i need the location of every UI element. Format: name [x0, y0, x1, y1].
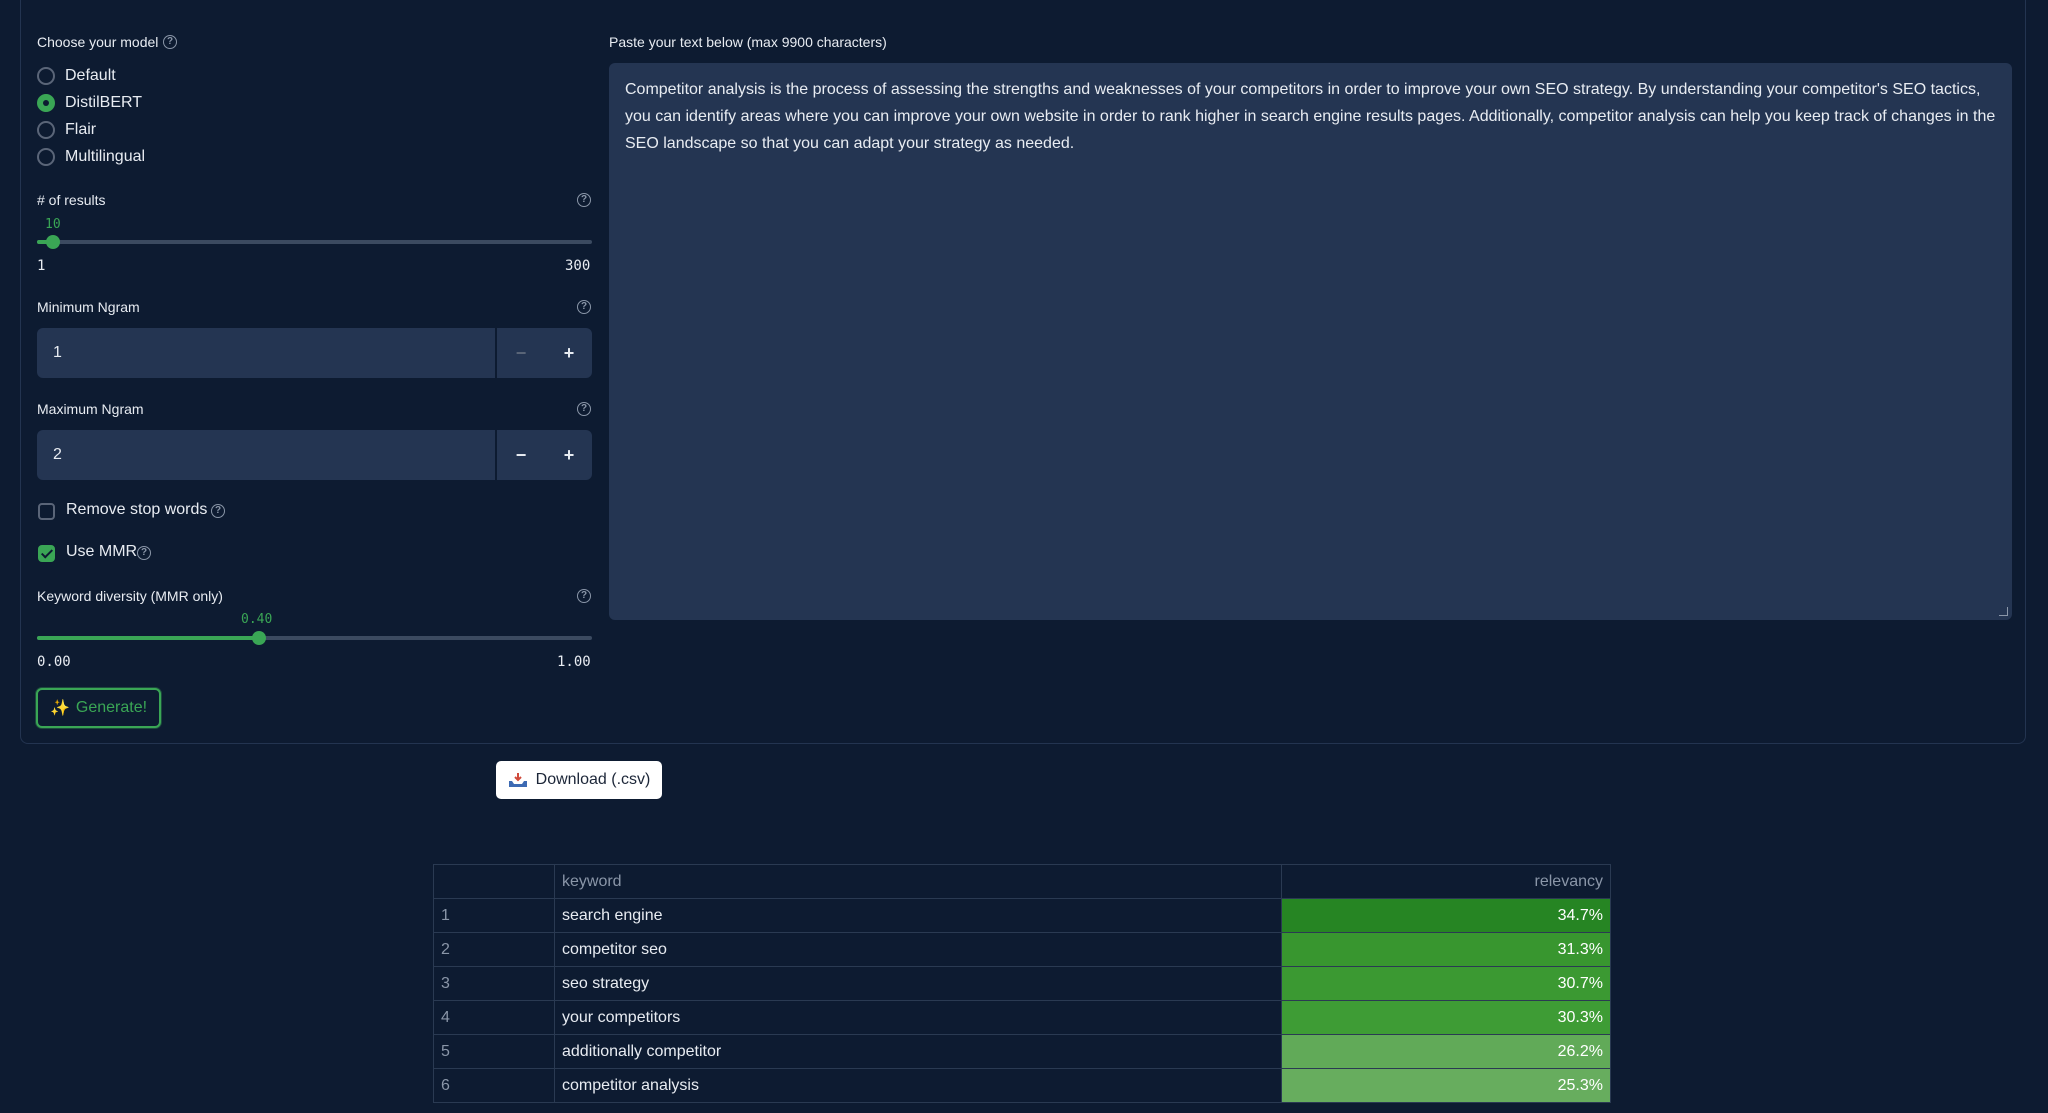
help-icon[interactable]: ?: [137, 546, 151, 560]
help-icon[interactable]: ?: [577, 193, 591, 207]
radio-label: Multilingual: [65, 148, 146, 165]
radio-flair[interactable]: Flair: [37, 119, 96, 141]
results-min: 1: [37, 258, 46, 274]
radio-default[interactable]: Default: [37, 65, 116, 87]
decrement-button[interactable]: −: [497, 430, 545, 480]
sparkles-icon: ✨: [49, 700, 70, 717]
table-row: 1 search engine 34.7%: [433, 898, 1611, 933]
help-icon[interactable]: ?: [577, 402, 591, 416]
inbox-tray-icon: [508, 773, 527, 787]
text-input-label: Paste your text below (max 9900 characte…: [609, 34, 887, 50]
min-ngram-input[interactable]: 1 − +: [37, 328, 592, 378]
diversity-label: Keyword diversity (MMR only): [37, 588, 223, 604]
help-icon[interactable]: ?: [211, 504, 225, 518]
header-index[interactable]: [433, 864, 555, 899]
max-ngram-input[interactable]: 2 − +: [37, 430, 592, 480]
max-ngram-label: Maximum Ngram: [37, 401, 144, 417]
radio-label: Default: [65, 67, 116, 84]
row-index: 2: [433, 932, 555, 967]
increment-button[interactable]: +: [545, 328, 592, 378]
radio-circle[interactable]: [37, 121, 55, 139]
help-icon[interactable]: ?: [163, 35, 177, 49]
text-input-value[interactable]: Competitor analysis is the process of as…: [625, 81, 1995, 152]
increment-button[interactable]: +: [545, 430, 592, 480]
resize-grip-icon[interactable]: [1999, 607, 2008, 616]
row-keyword: competitor analysis: [554, 1068, 1282, 1103]
row-relevancy: 25.3%: [1281, 1068, 1611, 1103]
row-index: 5: [433, 1034, 555, 1069]
results-value: 10: [45, 217, 61, 232]
max-ngram-value[interactable]: 2: [53, 430, 62, 480]
diversity-max: 1.00: [557, 654, 591, 670]
results-slider-track[interactable]: [37, 240, 592, 244]
radio-circle[interactable]: [37, 94, 55, 112]
radio-label: DistilBERT: [65, 94, 143, 111]
table-row: 5 additionally competitor 26.2%: [433, 1034, 1611, 1069]
results-label: # of results: [37, 192, 106, 208]
row-index: 1: [433, 898, 555, 933]
min-ngram-value[interactable]: 1: [53, 328, 62, 378]
diversity-slider-thumb[interactable]: [252, 631, 266, 645]
generate-label: Generate!: [75, 699, 148, 716]
download-csv-button[interactable]: Download (.csv): [496, 761, 662, 799]
row-keyword: additionally competitor: [554, 1034, 1282, 1069]
min-ngram-label: Minimum Ngram: [37, 299, 140, 315]
row-relevancy: 34.7%: [1281, 898, 1611, 933]
row-keyword: your competitors: [554, 1000, 1282, 1035]
row-index: 4: [433, 1000, 555, 1035]
remove-stop-words-label[interactable]: Remove stop words: [66, 501, 207, 519]
diversity-value: 0.40: [241, 612, 273, 627]
row-index: 6: [433, 1068, 555, 1103]
use-mmr-label[interactable]: Use MMR: [66, 543, 137, 561]
row-relevancy: 31.3%: [1281, 932, 1611, 967]
results-slider-thumb[interactable]: [46, 235, 60, 249]
table-row: 2 competitor seo 31.3%: [433, 932, 1611, 967]
row-relevancy: 30.3%: [1281, 1000, 1611, 1035]
download-label: Download (.csv): [535, 771, 651, 788]
generate-button[interactable]: ✨ Generate!: [36, 688, 161, 728]
text-input[interactable]: Competitor analysis is the process of as…: [609, 63, 2012, 620]
radio-circle[interactable]: [37, 67, 55, 85]
help-icon[interactable]: ?: [577, 300, 591, 314]
help-icon[interactable]: ?: [577, 589, 591, 603]
row-keyword: competitor seo: [554, 932, 1282, 967]
header-relevancy[interactable]: relevancy: [1281, 864, 1611, 899]
table-header-row: keyword relevancy: [433, 864, 1611, 899]
model-label: Choose your model: [37, 34, 159, 50]
table-row: 6 competitor analysis 25.3%: [433, 1068, 1611, 1103]
diversity-slider-fill: [37, 636, 259, 640]
radio-multilingual[interactable]: Multilingual: [37, 146, 145, 168]
row-relevancy: 30.7%: [1281, 966, 1611, 1001]
use-mmr-checkbox[interactable]: [38, 545, 55, 562]
decrement-button[interactable]: −: [497, 328, 545, 378]
radio-distilbert[interactable]: DistilBERT: [37, 92, 142, 114]
remove-stop-words-checkbox[interactable]: [38, 503, 55, 520]
radio-circle[interactable]: [37, 148, 55, 166]
radio-label: Flair: [65, 121, 97, 138]
results-table: keyword relevancy 1 search engine 34.7% …: [433, 864, 1611, 1103]
header-keyword[interactable]: keyword: [554, 864, 1282, 899]
results-max: 300: [565, 258, 591, 274]
row-keyword: search engine: [554, 898, 1282, 933]
diversity-min: 0.00: [37, 654, 71, 670]
row-index: 3: [433, 966, 555, 1001]
row-keyword: seo strategy: [554, 966, 1282, 1001]
table-row: 4 your competitors 30.3%: [433, 1000, 1611, 1035]
row-relevancy: 26.2%: [1281, 1034, 1611, 1069]
table-row: 3 seo strategy 30.7%: [433, 966, 1611, 1001]
